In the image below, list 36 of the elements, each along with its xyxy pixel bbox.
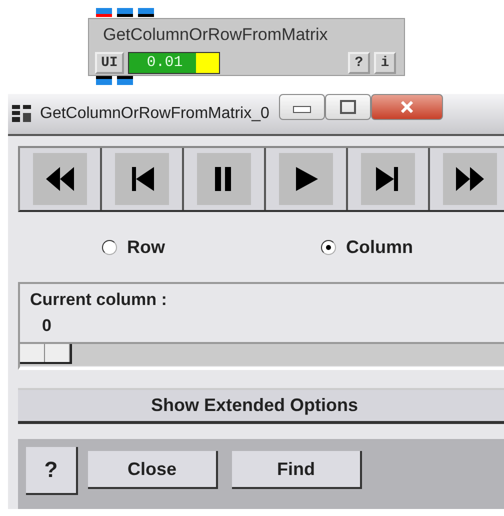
output-port[interactable] — [96, 76, 112, 85]
slider-value: 0 — [42, 316, 52, 336]
maximize-button[interactable] — [325, 94, 372, 120]
slider-track[interactable] — [20, 342, 504, 366]
window-title: GetColumnOrRowFromMatrix_0 — [40, 105, 270, 123]
app-icon — [12, 105, 32, 123]
input-port[interactable] — [117, 8, 133, 17]
output-port[interactable] — [117, 76, 133, 85]
help-button[interactable]: ? — [26, 447, 78, 495]
radio-button[interactable] — [102, 240, 117, 254]
input-port[interactable] — [96, 8, 112, 17]
fast-forward-icon-button[interactable] — [430, 148, 504, 210]
pause-icon-button[interactable] — [184, 148, 266, 210]
skip-forward-icon-button[interactable] — [348, 148, 430, 210]
fast-forward-icon — [454, 165, 486, 193]
show-extended-options-button[interactable]: Show Extended Options — [18, 388, 504, 424]
help-button[interactable]: ? — [348, 52, 370, 74]
progress-value: 0.01 — [146, 53, 184, 73]
radio-option[interactable]: Column — [321, 236, 413, 258]
close-icon — [400, 101, 414, 113]
node-title: GetColumnOrRowFromMatrix — [103, 25, 329, 45]
input-port[interactable] — [138, 8, 154, 17]
play-icon-button[interactable] — [266, 148, 348, 210]
ui-button[interactable]: UI — [95, 52, 124, 74]
minimize-button[interactable] — [279, 94, 326, 120]
skip-back-icon-button[interactable] — [102, 148, 184, 210]
slider-label: Current column : — [30, 290, 168, 310]
close-button[interactable] — [371, 94, 444, 120]
info-button[interactable]: i — [374, 52, 396, 74]
radio-button[interactable] — [321, 240, 336, 254]
radio-option[interactable]: Row — [102, 236, 165, 258]
dialog-button[interactable]: Close — [88, 451, 218, 489]
slider-thumb[interactable] — [20, 344, 72, 364]
rewind-icon — [44, 165, 76, 193]
dialog-button[interactable]: Find — [232, 451, 362, 489]
rewind-icon-button[interactable] — [20, 148, 102, 210]
